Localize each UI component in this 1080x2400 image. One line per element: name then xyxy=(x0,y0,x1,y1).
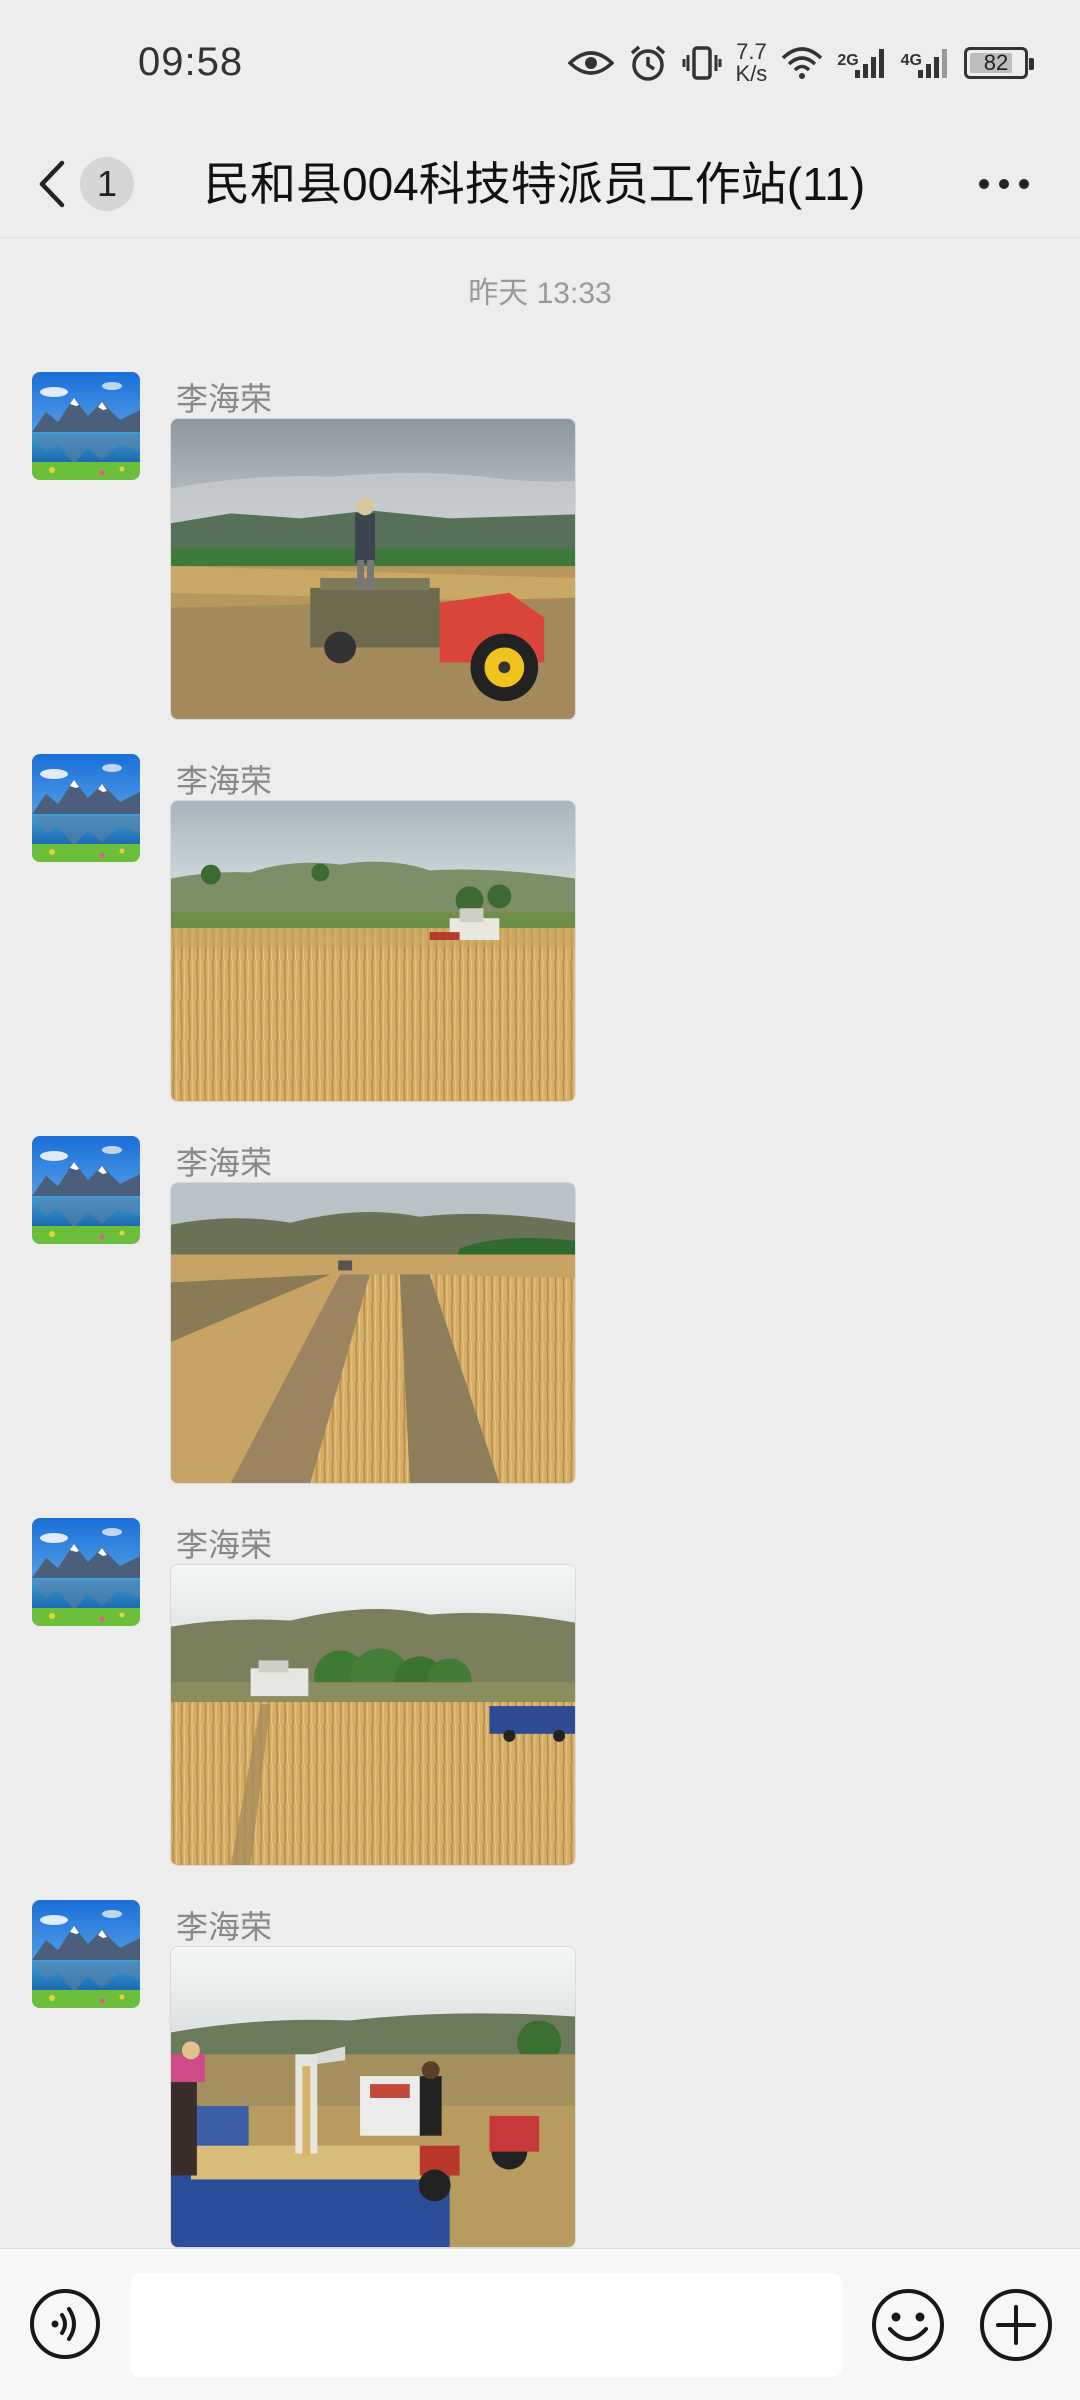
emoji-icon xyxy=(872,2289,944,2361)
battery-icon: 82 xyxy=(964,47,1034,79)
message-input[interactable] xyxy=(130,2273,842,2377)
voice-input-button[interactable] xyxy=(28,2287,102,2361)
sender-name: 李海荣 xyxy=(176,1145,273,1181)
network-speed: 7.7 K/s xyxy=(736,41,768,85)
message-image[interactable] xyxy=(170,1946,576,2248)
wifi-icon xyxy=(781,46,823,80)
unread-count-badge: 1 xyxy=(80,157,134,211)
signal-bars-icon xyxy=(918,49,947,78)
chat-message: 李海荣 xyxy=(32,1518,632,1878)
sender-avatar[interactable] xyxy=(32,754,140,862)
message-image[interactable] xyxy=(170,800,576,1102)
more-functions-button[interactable] xyxy=(978,2287,1054,2363)
battery-level: 82 xyxy=(983,50,1009,75)
sender-avatar[interactable] xyxy=(32,1900,140,2008)
chat-message: 李海荣 xyxy=(32,372,632,732)
sender-name: 李海荣 xyxy=(176,381,273,417)
vibrate-icon xyxy=(682,43,722,83)
plus-icon xyxy=(980,2289,1052,2361)
sender-name: 李海荣 xyxy=(176,763,273,799)
message-image[interactable] xyxy=(170,418,576,720)
chat-message: 李海荣 xyxy=(32,1900,632,2260)
message-image[interactable] xyxy=(170,1182,576,1484)
back-button[interactable]: 1 xyxy=(36,152,146,216)
sender-name: 李海荣 xyxy=(176,1909,273,1945)
chat-title: 民和县004科技特派员工作站(11) xyxy=(204,158,866,210)
network-speed-value: 7.7 xyxy=(736,39,767,64)
chat-header: 1 民和县004科技特派员工作站(11) xyxy=(0,130,1080,238)
network-speed-unit: K/s xyxy=(735,61,768,86)
message-timestamp: 昨天 13:33 xyxy=(468,277,612,310)
emoji-button[interactable] xyxy=(870,2287,946,2363)
sender-avatar[interactable] xyxy=(32,1518,140,1626)
signal-bars-icon xyxy=(854,49,884,78)
sender-avatar[interactable] xyxy=(32,372,140,480)
sim2-signal: 4G xyxy=(901,46,950,80)
sender-avatar[interactable] xyxy=(32,1136,140,1244)
input-bar xyxy=(0,2248,1080,2400)
alarm-icon xyxy=(628,43,668,83)
status-time: 09:58 xyxy=(138,40,244,84)
eye-icon xyxy=(567,48,614,78)
sim1-signal: 2G xyxy=(837,46,886,80)
chat-message: 李海荣 xyxy=(32,754,632,1114)
more-icon xyxy=(979,179,1029,189)
message-image[interactable] xyxy=(170,1564,576,1866)
chat-message: 李海荣 xyxy=(32,1136,632,1496)
chevron-left-icon xyxy=(39,160,65,208)
sender-name: 李海荣 xyxy=(176,1527,273,1563)
voice-icon xyxy=(30,2289,100,2359)
status-icons: 7.7 K/s 2G 4G 82 xyxy=(567,38,1034,88)
status-bar: 09:58 7.7 K/s 2G 4G 82 xyxy=(0,0,1080,130)
more-options-button[interactable] xyxy=(964,152,1044,216)
